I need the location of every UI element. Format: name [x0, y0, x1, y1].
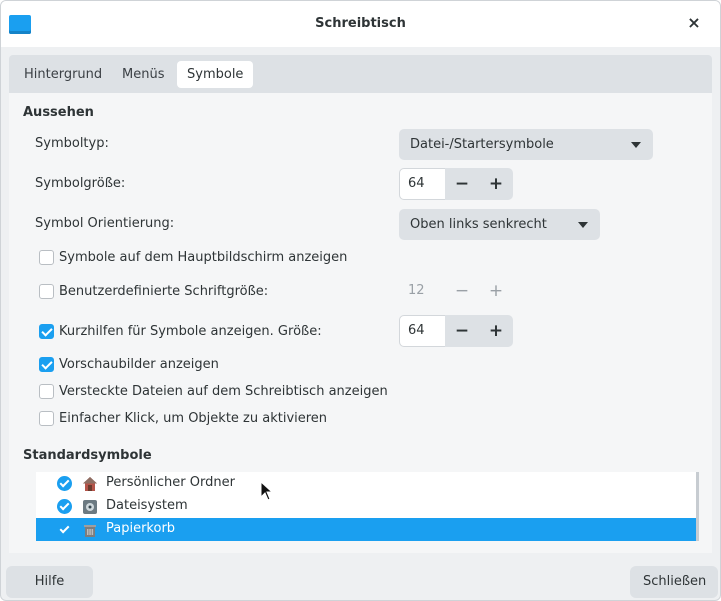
- mouse-pointer-icon: [260, 481, 274, 501]
- symbole-panel: Aussehen Symboltyp: Datei-/Startersymbol…: [9, 93, 712, 553]
- home-icon: [83, 477, 97, 491]
- single-click-label: Einfacher Klick, um Objekte zu aktiviere…: [59, 411, 328, 426]
- icon-type-value: Datei-/Startersymbole: [410, 137, 554, 152]
- chevron-down-icon: [631, 142, 641, 148]
- tooltips-checkbox[interactable]: [39, 324, 54, 339]
- custom-font-size-label: Benutzerdefinierte Schriftgröße:: [59, 284, 269, 299]
- custom-font-size-checkbox[interactable]: [39, 284, 54, 299]
- title-bar: Schreibtisch ×: [1, 1, 720, 47]
- show-on-primary-screen-label: Symbole auf dem Hauptbildschirm anzeigen: [59, 250, 348, 265]
- icon-size-decrease-button[interactable]: −: [445, 168, 479, 200]
- icon-size-label: Symbolgröße:: [35, 176, 126, 191]
- font-size-increase-button: +: [488, 281, 504, 301]
- icon-size-increase-button[interactable]: +: [479, 168, 513, 200]
- show-on-primary-screen-checkbox[interactable]: [39, 250, 54, 265]
- icon-type-label: Symboltyp:: [35, 136, 109, 151]
- filesystem-visible-checkbox[interactable]: [57, 499, 72, 514]
- section-heading-aussehen: Aussehen: [23, 105, 94, 120]
- font-size-stepper: 12 − +: [399, 275, 513, 307]
- single-click-checkbox[interactable]: [39, 411, 54, 426]
- icon-size-stepper: 64 − +: [399, 168, 513, 200]
- default-icons-list: Persönlicher Ordner Dateisystem Papierko…: [36, 472, 699, 541]
- drive-icon: [83, 500, 97, 514]
- hidden-files-checkbox[interactable]: [39, 384, 54, 399]
- tab-symbole[interactable]: Symbole: [177, 61, 254, 88]
- font-size-input: 12: [408, 283, 425, 298]
- icon-type-dropdown[interactable]: Datei-/Startersymbole: [399, 129, 653, 160]
- list-item-home[interactable]: Persönlicher Ordner: [36, 472, 699, 495]
- trash-label: Papierkorb: [106, 521, 176, 536]
- filesystem-label: Dateisystem: [106, 498, 188, 513]
- list-scrollbar[interactable]: [696, 472, 699, 541]
- tooltip-size-input[interactable]: 64: [399, 315, 446, 347]
- font-size-decrease-button: −: [454, 281, 470, 301]
- tooltip-size-stepper: 64 − +: [399, 315, 513, 347]
- tooltips-label: Kurzhilfen für Symbole anzeigen. Größe:: [59, 324, 322, 339]
- home-visible-checkbox[interactable]: [57, 476, 72, 491]
- icon-orientation-label: Symbol Orientierung:: [35, 216, 175, 231]
- list-item-filesystem[interactable]: Dateisystem: [36, 495, 699, 518]
- tab-bar: Hintergrund Menüs Symbole: [9, 55, 712, 93]
- trash-icon: [84, 525, 96, 537]
- dialog-window: Schreibtisch × Hintergrund Menüs Symbole…: [0, 0, 721, 601]
- close-icon[interactable]: ×: [684, 13, 704, 33]
- list-item-trash[interactable]: Papierkorb: [36, 518, 699, 541]
- thumbnails-checkbox[interactable]: [39, 357, 54, 372]
- section-heading-standardsymbole: Standardsymbole: [23, 448, 152, 463]
- help-button[interactable]: Hilfe: [6, 566, 93, 598]
- tab-hintergrund[interactable]: Hintergrund: [14, 61, 112, 88]
- chevron-down-icon: [578, 222, 588, 228]
- tooltip-size-increase-button[interactable]: +: [479, 315, 513, 347]
- icon-size-input[interactable]: 64: [399, 168, 446, 200]
- window-title: Schreibtisch: [315, 16, 406, 31]
- icon-orientation-dropdown[interactable]: Oben links senkrecht: [399, 209, 600, 240]
- close-button[interactable]: Schließen: [630, 566, 718, 598]
- thumbnails-label: Vorschaubilder anzeigen: [59, 357, 219, 372]
- tooltip-size-decrease-button[interactable]: −: [445, 315, 479, 347]
- tab-menues[interactable]: Menüs: [112, 61, 174, 88]
- icon-orientation-value: Oben links senkrecht: [410, 217, 547, 232]
- trash-visible-checkbox[interactable]: [57, 522, 72, 537]
- home-label: Persönlicher Ordner: [106, 475, 235, 490]
- hidden-files-label: Versteckte Dateien auf dem Schreibtisch …: [59, 384, 388, 399]
